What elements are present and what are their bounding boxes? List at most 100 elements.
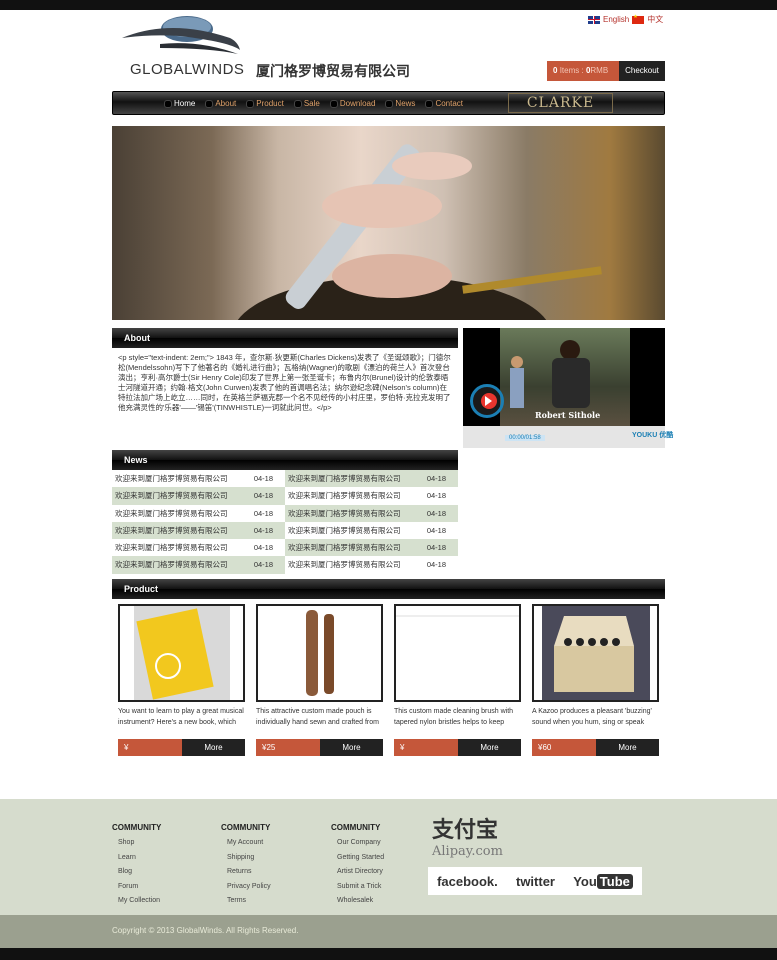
social-links: facebook. twitter You Tube: [428, 867, 642, 895]
china-flag-icon: [632, 14, 645, 24]
footer-link-artist-directory[interactable]: Artist Directory: [331, 865, 384, 880]
footer-link-terms[interactable]: Terms: [221, 894, 271, 909]
cart-count: 0: [553, 66, 558, 75]
footer-link-returns[interactable]: Returns: [221, 865, 271, 880]
tinwhistle-photo: [237, 144, 602, 320]
news-item[interactable]: 欢迎来到厦门格罗博贸易有限公司 04-18: [112, 487, 285, 505]
video-time: 00:00/01:58: [505, 435, 545, 441]
cart-widget[interactable]: 0 Items : 0RMB Checkout: [547, 61, 665, 81]
footer-link-getting-started[interactable]: Getting Started: [331, 851, 384, 866]
news-date: 04-18: [253, 560, 273, 570]
product-description: A Kazoo produces a pleasant 'buzzing' so…: [532, 708, 652, 726]
news-title[interactable]: 欢迎来到厦门格罗博贸易有限公司: [115, 505, 228, 522]
product-image[interactable]: [394, 604, 521, 702]
twitter-link[interactable]: twitter: [516, 874, 555, 889]
product-image[interactable]: [532, 604, 659, 702]
nav-item-about[interactable]: About: [205, 99, 236, 108]
product-card: This custom made cleaning brush with tap…: [394, 604, 521, 756]
news-title[interactable]: 欢迎来到厦门格罗博贸易有限公司: [115, 539, 228, 556]
nav-item-product[interactable]: Product: [246, 99, 284, 108]
more-button[interactable]: More: [320, 739, 383, 756]
news-date: 04-18: [426, 543, 446, 553]
logo-text: GLOBALWINDS: [130, 61, 245, 78]
footer-link-wholesale[interactable]: Wholesalek: [331, 894, 384, 909]
cart-summary[interactable]: 0 Items : 0RMB: [547, 61, 619, 81]
news-item[interactable]: 欢迎来到厦门格罗博贸易有限公司 04-18: [112, 539, 285, 556]
nav-item-home[interactable]: Home: [164, 99, 195, 108]
news-title[interactable]: 欢迎来到厦门格罗博贸易有限公司: [288, 522, 401, 539]
news-date: 04-18: [426, 508, 446, 518]
news-date: 04-18: [253, 491, 273, 501]
footer-link-our-company[interactable]: Our Company: [331, 836, 384, 851]
youtube-link[interactable]: You Tube: [573, 873, 633, 889]
copyright-text: Copyright © 2013 GlobalWinds. All Rights…: [112, 926, 299, 935]
news-title[interactable]: 欢迎来到厦门格罗博贸易有限公司: [115, 522, 228, 539]
news-title[interactable]: 欢迎来到厦门格罗博贸易有限公司: [288, 487, 401, 504]
news-heading: News: [112, 450, 458, 470]
footer-column: COMMUNITY Our Company Getting Started Ar…: [331, 823, 384, 909]
news-title[interactable]: 欢迎来到厦门格罗博贸易有限公司: [288, 556, 401, 573]
footer-link-shipping[interactable]: Shipping: [221, 851, 271, 866]
nav-item-news[interactable]: News: [385, 99, 415, 108]
uk-flag-icon: [588, 15, 600, 24]
lang-english-link[interactable]: English: [603, 15, 629, 24]
more-button[interactable]: More: [458, 739, 521, 756]
alipay-cn-text: 支付宝: [432, 817, 499, 843]
main-nav: Home About Product Sale Download News Co…: [164, 99, 463, 108]
footer-link-shop[interactable]: Shop: [112, 836, 161, 851]
news-title[interactable]: 欢迎来到厦门格罗博贸易有限公司: [115, 470, 228, 487]
footer-link-forum[interactable]: Forum: [112, 880, 161, 895]
product-price: ¥: [394, 739, 458, 756]
more-button[interactable]: More: [596, 739, 659, 756]
product-image[interactable]: [118, 604, 245, 702]
product-card: A Kazoo produces a pleasant 'buzzing' so…: [532, 604, 659, 756]
play-icon[interactable]: [485, 396, 492, 406]
news-item[interactable]: 欢迎来到厦门格罗博贸易有限公司 04-18: [112, 556, 285, 574]
lang-chinese-link[interactable]: 中文: [647, 14, 663, 25]
nav-item-contact[interactable]: Contact: [425, 99, 463, 108]
footer-link-learn[interactable]: Learn: [112, 851, 161, 866]
news-title[interactable]: 欢迎来到厦门格罗博贸易有限公司: [115, 556, 228, 573]
cart-currency: RMB: [590, 66, 609, 75]
nav-item-sale[interactable]: Sale: [294, 99, 320, 108]
alipay-logo[interactable]: 支付宝 Alipay.com: [432, 812, 503, 859]
product-price: ¥: [118, 739, 182, 756]
cart-items-label: Items :: [559, 66, 584, 75]
news-title[interactable]: 欢迎来到厦门格罗博贸易有限公司: [115, 487, 228, 504]
product-description: This custom made cleaning brush with tap…: [394, 708, 514, 726]
checkout-button[interactable]: Checkout: [619, 61, 665, 81]
product-actions: ¥25 More: [256, 739, 383, 756]
news-item[interactable]: 欢迎来到厦门格罗博贸易有限公司 04-18: [285, 470, 458, 488]
news-title[interactable]: 欢迎来到厦门格罗博贸易有限公司: [288, 539, 401, 556]
footer-column-heading: COMMUNITY: [112, 823, 162, 832]
more-button[interactable]: More: [182, 739, 245, 756]
product-image[interactable]: [256, 604, 383, 702]
news-item[interactable]: 欢迎来到厦门格罗博贸易有限公司 04-18: [285, 556, 458, 573]
footer-link-my-account[interactable]: My Account: [221, 836, 271, 851]
clarke-brand-badge[interactable]: CLARKE: [508, 93, 613, 113]
footer-link-privacy-policy[interactable]: Privacy Policy: [221, 880, 271, 895]
news-item[interactable]: 欢迎来到厦门格罗博贸易有限公司 04-18: [285, 522, 458, 539]
nav-item-download[interactable]: Download: [330, 99, 376, 108]
product-card: You want to learn to play a great musica…: [118, 604, 245, 756]
news-item[interactable]: 欢迎来到厦门格罗博贸易有限公司 04-18: [285, 539, 458, 557]
news-date: 04-18: [253, 543, 273, 553]
youku-logo[interactable]: YOUKU 优酷: [632, 430, 673, 440]
footer-link-submit-a-trick[interactable]: Submit a Trick: [331, 880, 384, 895]
company-name: 厦门格罗博贸易有限公司: [256, 64, 410, 80]
news-item[interactable]: 欢迎来到厦门格罗博贸易有限公司 04-18: [112, 505, 285, 522]
footer-column: COMMUNITY My Account Shipping Returns Pr…: [221, 823, 271, 909]
news-item[interactable]: 欢迎来到厦门格罗博贸易有限公司 04-18: [112, 470, 285, 487]
news-title[interactable]: 欢迎来到厦门格罗博贸易有限公司: [288, 470, 401, 487]
bottom-bar: [0, 948, 777, 960]
pouch-image: [306, 610, 334, 696]
news-title[interactable]: 欢迎来到厦门格罗博贸易有限公司: [288, 505, 401, 522]
footer-link-blog[interactable]: Blog: [112, 865, 161, 880]
news-date: 04-18: [253, 508, 273, 518]
facebook-link[interactable]: facebook.: [437, 874, 498, 889]
news-item[interactable]: 欢迎来到厦门格罗博贸易有限公司 04-18: [285, 504, 458, 522]
news-item[interactable]: 欢迎来到厦门格罗博贸易有限公司 04-18: [112, 521, 285, 540]
news-item[interactable]: 欢迎来到厦门格罗博贸易有限公司 04-18: [285, 487, 458, 504]
news-row: 欢迎来到厦门格罗博贸易有限公司 04-18 欢迎来到厦门格罗博贸易有限公司 04-1…: [112, 487, 458, 505]
footer-link-my-collection[interactable]: My Collection: [112, 894, 161, 909]
